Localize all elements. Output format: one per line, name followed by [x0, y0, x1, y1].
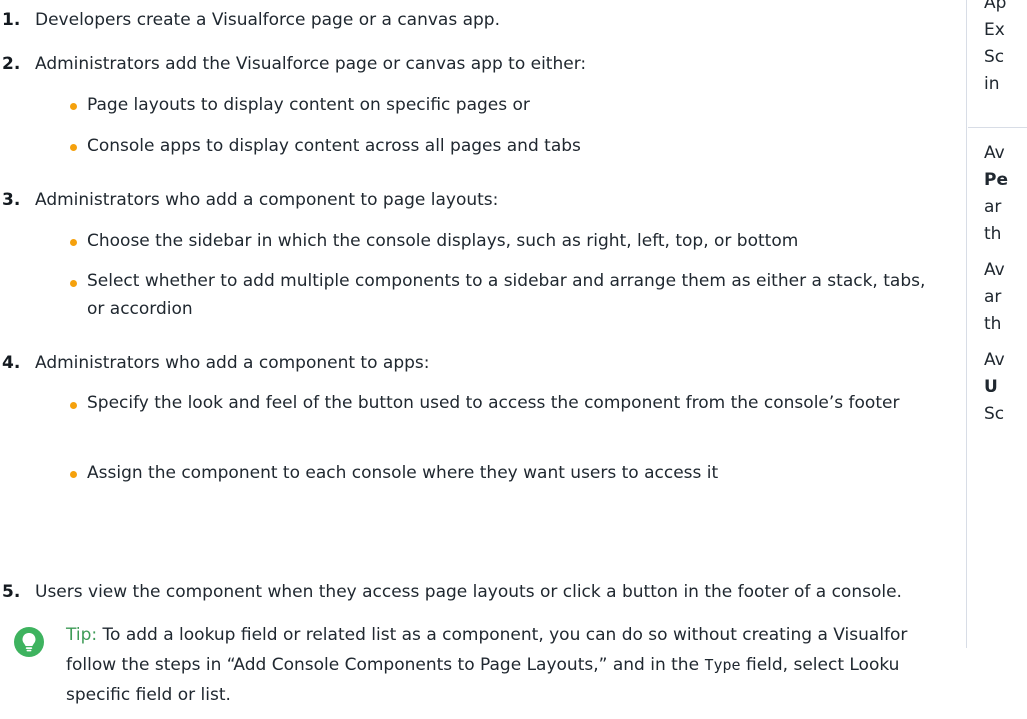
bullet-text: Specify the look and feel of the button … — [87, 393, 900, 413]
bullet-icon — [70, 471, 77, 478]
step-text: Administrators add the Visualforce page … — [35, 54, 587, 74]
sidebar-text: Av — [984, 350, 1005, 370]
sidebar-text: Sc — [984, 47, 1005, 67]
sidebar-text: ar — [984, 197, 1002, 217]
tip-text: To add a lookup field or related list as… — [102, 625, 908, 645]
sidebar-text: Pe — [984, 170, 1008, 190]
tip-text: field, select Looku — [740, 655, 900, 675]
bullet-icon — [70, 402, 77, 409]
sidebar-text: in — [984, 74, 1000, 94]
tip-line: follow the steps in “Add Console Compone… — [66, 655, 899, 675]
bullet-text: Page layouts to display content on speci… — [87, 95, 530, 115]
step-number: 4. — [2, 353, 21, 373]
sidebar-text: Ap — [984, 0, 1007, 13]
sidebar-text: Av — [984, 143, 1005, 163]
bullet-text: Console apps to display content across a… — [87, 136, 581, 156]
tip-text: specific field or list. — [66, 685, 231, 705]
tip-label: Tip: — [66, 625, 98, 645]
tip-line: Tip: To add a lookup field or related li… — [66, 625, 907, 645]
step-text: Developers create a Visualforce page or … — [35, 10, 501, 30]
tip-line: specific field or list. — [66, 685, 231, 705]
sidebar-text: ar — [984, 287, 1002, 307]
sidebar-divider — [968, 127, 1027, 128]
step-number: 5. — [2, 582, 21, 602]
sidebar-text: th — [984, 314, 1002, 334]
sidebar-text: th — [984, 224, 1002, 244]
step-text: Administrators who add a component to ap… — [35, 353, 430, 373]
bullet-text: Assign the component to each console whe… — [87, 463, 719, 483]
sidebar-panel: Ap Ex Sc in Av Pe ar th Av ar th Av U Sc — [966, 0, 1027, 648]
bullet-icon — [70, 280, 77, 287]
step-number: 2. — [2, 54, 21, 74]
step-number: 1. — [2, 10, 21, 30]
sidebar-text: Ex — [984, 20, 1005, 40]
bullet-icon — [70, 239, 77, 246]
code-type: Type — [704, 656, 741, 674]
sidebar-text: Av — [984, 260, 1005, 280]
lightbulb-icon — [14, 627, 44, 657]
bullet-icon — [70, 144, 77, 151]
sidebar-text: U — [984, 377, 998, 397]
step-text: Administrators who add a component to pa… — [35, 190, 499, 210]
step-text: Users view the component when they acces… — [35, 582, 902, 602]
tip-text: follow the steps in “Add Console Compone… — [66, 655, 705, 675]
bullet-text: Choose the sidebar in which the console … — [87, 231, 799, 251]
sidebar-text: Sc — [984, 404, 1005, 424]
bullet-text: Select whether to add multiple component… — [87, 271, 926, 319]
step-number: 3. — [2, 190, 21, 210]
bullet-icon — [70, 103, 77, 110]
